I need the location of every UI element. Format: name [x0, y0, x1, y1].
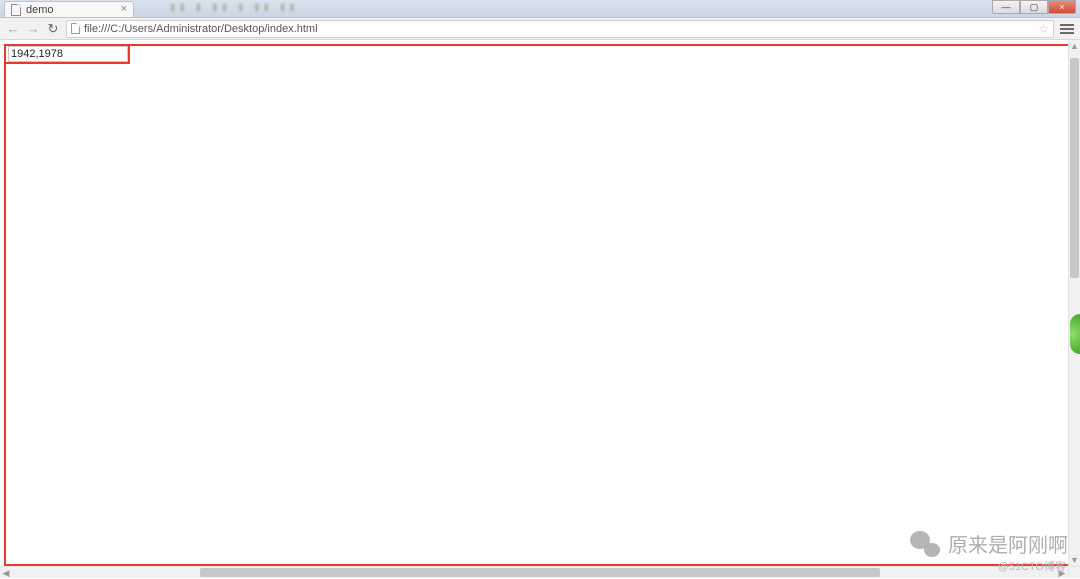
vertical-scroll-thumb[interactable] — [1070, 58, 1079, 278]
window-maximize-button[interactable]: ▢ — [1020, 0, 1048, 14]
window-controls: — ▢ × — [992, 0, 1076, 14]
back-button[interactable]: ← — [6, 22, 20, 36]
tab-close-button[interactable]: × — [121, 4, 127, 15]
text-input[interactable] — [8, 46, 128, 62]
reload-button[interactable]: ↻ — [46, 22, 60, 36]
tab-title: demo — [26, 4, 54, 16]
cto-watermark: @51CTO博客 — [998, 558, 1066, 574]
horizontal-scroll-thumb[interactable] — [200, 568, 880, 577]
side-widget-icon[interactable] — [1070, 314, 1080, 354]
window-close-button[interactable]: × — [1048, 0, 1076, 14]
window-minimize-button[interactable]: — — [992, 0, 1020, 14]
tab-strip: demo × ▮▮ ▮ ▮▮ ▮ ▮▮ ▮▮ — ▢ × — [0, 0, 1080, 18]
forward-button[interactable]: → — [26, 22, 40, 36]
bookmark-star-icon[interactable]: ☆ — [1038, 22, 1049, 36]
page-viewport — [0, 40, 1080, 578]
wechat-icon — [910, 531, 940, 557]
url-text: file:///C:/Users/Administrator/Desktop/i… — [84, 23, 318, 35]
wechat-watermark-text: 原来是阿刚啊 — [948, 529, 1068, 558]
horizontal-scrollbar[interactable]: ◀ ▶ — [0, 566, 1068, 578]
highlighted-body-frame — [4, 44, 1070, 566]
highlighted-input-frame — [4, 44, 130, 64]
browser-tab[interactable]: demo × — [4, 1, 134, 17]
scrollbar-corner — [1068, 566, 1080, 578]
hamburger-menu-button[interactable] — [1060, 24, 1074, 34]
browser-toolbar: ← → ↻ file:///C:/Users/Administrator/Des… — [0, 18, 1080, 40]
vertical-scroll-track[interactable] — [1069, 52, 1080, 554]
address-bar[interactable]: file:///C:/Users/Administrator/Desktop/i… — [66, 20, 1054, 38]
blurred-menu-area: ▮▮ ▮ ▮▮ ▮ ▮▮ ▮▮ — [170, 2, 299, 13]
page-icon — [11, 4, 21, 16]
scroll-left-button[interactable]: ◀ — [0, 567, 12, 579]
wechat-watermark: 原来是阿刚啊 — [910, 529, 1068, 558]
vertical-scrollbar[interactable]: ▲ ▼ — [1068, 40, 1080, 566]
file-icon — [71, 23, 80, 34]
scroll-up-button[interactable]: ▲ — [1069, 40, 1080, 52]
scroll-down-button[interactable]: ▼ — [1069, 554, 1080, 566]
